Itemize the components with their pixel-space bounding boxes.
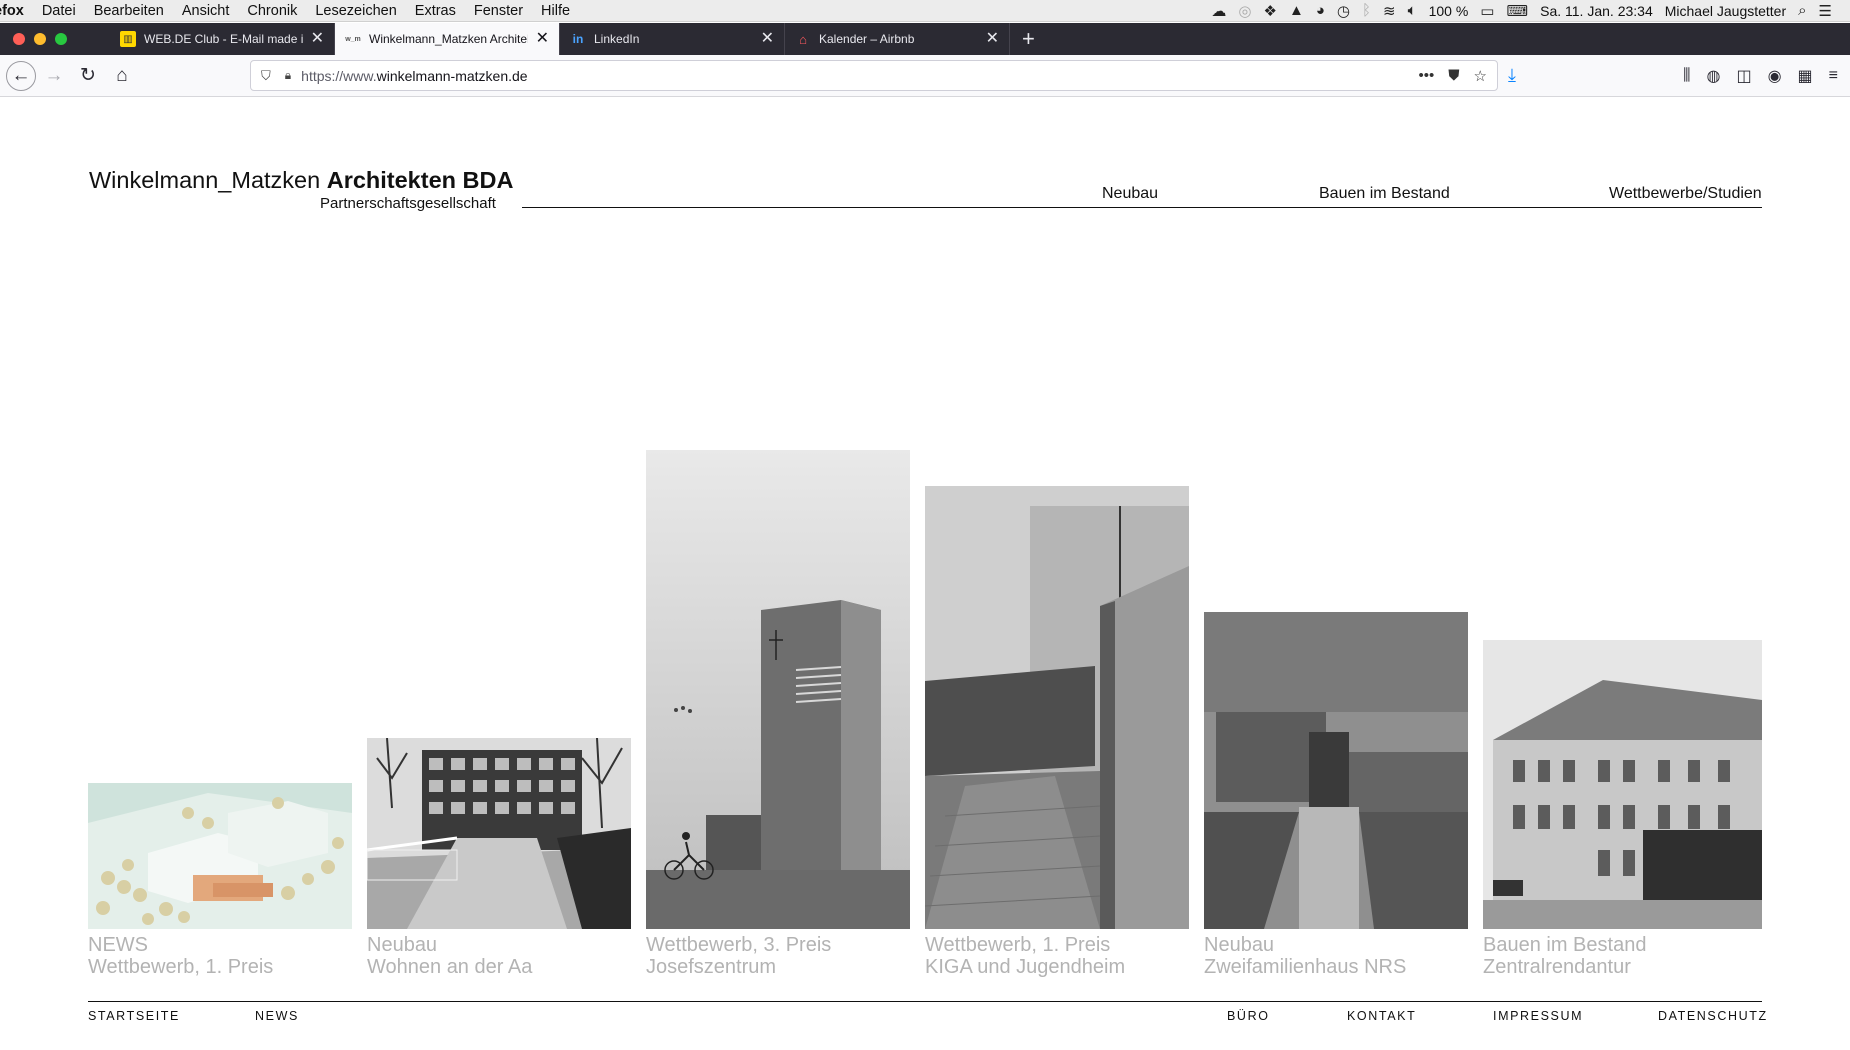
- menu-fenster[interactable]: Fenster: [465, 3, 532, 19]
- navigation-toolbar: ← → ↻ ⌂ ⛉ 🔒︎ https://www.winkelmann-matz…: [0, 55, 1850, 97]
- menu-app-name[interactable]: efox: [0, 3, 33, 19]
- tab-title: Kalender – Airbnb: [819, 32, 915, 46]
- project-image-villa[interactable]: [1483, 640, 1762, 929]
- menu-datei[interactable]: Datei: [33, 3, 85, 19]
- close-tab-icon[interactable]: ✕: [536, 31, 549, 47]
- project-image-residential[interactable]: [367, 738, 631, 929]
- close-tab-icon[interactable]: ✕: [986, 31, 999, 47]
- sidebar-icon[interactable]: ◫: [1736, 66, 1751, 86]
- project-image-brick-church[interactable]: [925, 486, 1189, 929]
- forward-button[interactable]: →: [38, 60, 70, 92]
- tab-title: Winkelmann_Matzken Architekten: [369, 32, 528, 46]
- footer-link-startseite[interactable]: STARTSEITE: [88, 1009, 180, 1023]
- library-icon[interactable]: ⫼: [1683, 67, 1690, 85]
- extension-icon[interactable]: ◍: [1706, 66, 1720, 86]
- project-card-news[interactable]: NEWS Wettbewerb, 1. Preis: [88, 783, 352, 978]
- menu-hilfe[interactable]: Hilfe: [532, 3, 579, 19]
- hamburger-menu-icon[interactable]: ≡: [1829, 67, 1838, 85]
- menu-ansicht[interactable]: Ansicht: [173, 3, 239, 19]
- nav-wettbewerbe-studien[interactable]: Wettbewerbe/Studien: [1609, 185, 1762, 203]
- site-logo-subtitle: Partnerschaftsgesellschaft: [320, 195, 496, 212]
- page-actions-icon[interactable]: •••: [1419, 67, 1435, 85]
- webde-icon: ▥: [120, 31, 136, 47]
- backup-icon[interactable]: ◕: [1316, 2, 1325, 19]
- address-bar[interactable]: ⛉ 🔒︎ https://www.winkelmann-matzken.de •…: [250, 60, 1498, 91]
- linkedin-icon: in: [572, 32, 584, 46]
- bluetooth-icon[interactable]: ᛒ: [1362, 2, 1371, 19]
- nav-neubau[interactable]: Neubau: [1102, 185, 1158, 203]
- menu-lesezeichen[interactable]: Lesezeichen: [306, 3, 405, 19]
- battery-icon[interactable]: ▭: [1480, 2, 1494, 20]
- sync-icon[interactable]: ◎: [1238, 2, 1251, 20]
- project-caption[interactable]: Neubau Wohnen an der Aa: [367, 934, 532, 978]
- minimize-window-button[interactable]: [34, 33, 46, 45]
- wifi-icon[interactable]: ≋: [1383, 2, 1396, 20]
- project-caption[interactable]: Bauen im Bestand Zentralrendantur: [1483, 934, 1646, 978]
- nav-bauen-im-bestand[interactable]: Bauen im Bestand: [1319, 185, 1450, 203]
- footer-link-datenschutz[interactable]: DATENSCHUTZ: [1658, 1009, 1768, 1023]
- tab-webde[interactable]: ▥ WEB.DE Club - E-Mail made in G ✕: [110, 23, 335, 55]
- bookmark-star-icon[interactable]: ☆: [1474, 67, 1487, 85]
- download-icon[interactable]: ⤓: [1508, 65, 1516, 86]
- back-button[interactable]: ←: [6, 60, 36, 91]
- footer-link-kontakt[interactable]: KONTAKT: [1347, 1009, 1416, 1023]
- tab-title: WEB.DE Club - E-Mail made in G: [144, 32, 303, 46]
- menu-chronik[interactable]: Chronik: [238, 3, 306, 19]
- close-tab-icon[interactable]: ✕: [311, 31, 324, 47]
- pocket-icon[interactable]: ⛊: [1448, 67, 1459, 85]
- account-icon[interactable]: ◉: [1768, 66, 1782, 86]
- project-image-model[interactable]: [88, 783, 352, 929]
- keyboard-icon[interactable]: ⌨: [1506, 2, 1528, 20]
- volume-icon[interactable]: 🔈︎: [1408, 2, 1417, 19]
- project-card-kiga-jugendheim[interactable]: Wettbewerb, 1. Preis KIGA und Jugendheim: [925, 486, 1189, 978]
- addons-icon[interactable]: ▦: [1798, 66, 1813, 86]
- tracking-shield-icon[interactable]: ⛉: [261, 68, 271, 84]
- project-caption[interactable]: Neubau Zweifamilienhaus NRS: [1204, 934, 1406, 978]
- header-divider: [522, 207, 1762, 208]
- project-caption[interactable]: Wettbewerb, 3. Preis Josefszentrum: [646, 934, 831, 978]
- footer-divider: [88, 1001, 1762, 1002]
- menubar-datetime[interactable]: Sa. 11. Jan. 23:34: [1540, 3, 1653, 19]
- drive-icon[interactable]: ▲: [1289, 2, 1304, 19]
- footer-link-news[interactable]: NEWS: [255, 1009, 299, 1023]
- tab-winkelmann[interactable]: w_m Winkelmann_Matzken Architekten ✕: [335, 23, 560, 55]
- project-card-zweifamilienhaus[interactable]: Neubau Zweifamilienhaus NRS: [1204, 612, 1468, 978]
- tab-linkedin[interactable]: in LinkedIn ✕: [560, 23, 785, 55]
- home-button[interactable]: ⌂: [106, 60, 138, 92]
- close-window-button[interactable]: [13, 33, 25, 45]
- notification-center-icon[interactable]: ☰: [1819, 2, 1832, 20]
- menubar-user[interactable]: Michael Jaugstetter: [1665, 3, 1786, 19]
- time-machine-icon[interactable]: ◷: [1337, 2, 1350, 20]
- menu-bearbeiten[interactable]: Bearbeiten: [85, 3, 173, 19]
- project-card-zentralrendantur[interactable]: Bauen im Bestand Zentralrendantur: [1483, 640, 1762, 978]
- lock-icon[interactable]: 🔒︎: [285, 68, 291, 83]
- tab-title: LinkedIn: [594, 32, 640, 46]
- dropbox-icon[interactable]: ❖: [1264, 2, 1277, 20]
- new-tab-button[interactable]: +: [1010, 23, 1047, 55]
- window-controls: [0, 23, 110, 55]
- project-card-josefszentrum[interactable]: Wettbewerb, 3. Preis Josefszentrum: [646, 450, 910, 978]
- footer-link-impressum[interactable]: IMPRESSUM: [1493, 1009, 1583, 1023]
- tab-airbnb[interactable]: ⌂ Kalender – Airbnb ✕: [785, 23, 1010, 55]
- reload-button[interactable]: ↻: [72, 60, 104, 92]
- project-image-house[interactable]: [1204, 612, 1468, 929]
- project-caption[interactable]: NEWS Wettbewerb, 1. Preis: [88, 934, 273, 978]
- project-caption[interactable]: Wettbewerb, 1. Preis KIGA und Jugendheim: [925, 934, 1125, 978]
- site-logo[interactable]: Winkelmann_Matzken Architekten BDA: [89, 167, 513, 194]
- tab-bar: ▥ WEB.DE Club - E-Mail made in G ✕ w_m W…: [0, 23, 1850, 55]
- menu-extras[interactable]: Extras: [406, 3, 465, 19]
- macos-menubar: efox Datei Bearbeiten Ansicht Chronik Le…: [0, 0, 1850, 22]
- project-card-wohnen-an-der-aa[interactable]: Neubau Wohnen an der Aa: [367, 738, 631, 978]
- close-tab-icon[interactable]: ✕: [761, 31, 774, 47]
- project-image-tower[interactable]: [646, 450, 910, 929]
- airbnb-icon: ⌂: [799, 31, 807, 47]
- creative-cloud-icon[interactable]: ☁: [1211, 2, 1226, 20]
- wm-icon: w_m: [345, 35, 361, 43]
- footer-link-buero[interactable]: BÜRO: [1227, 1009, 1270, 1023]
- url-text[interactable]: https://www.winkelmann-matzken.de: [301, 68, 527, 84]
- battery-percent: 100 %: [1428, 2, 1469, 19]
- web-page: Winkelmann_Matzken Architekten BDA Partn…: [0, 97, 1850, 1050]
- spotlight-icon[interactable]: ⌕: [1798, 2, 1806, 19]
- zoom-window-button[interactable]: [55, 33, 67, 45]
